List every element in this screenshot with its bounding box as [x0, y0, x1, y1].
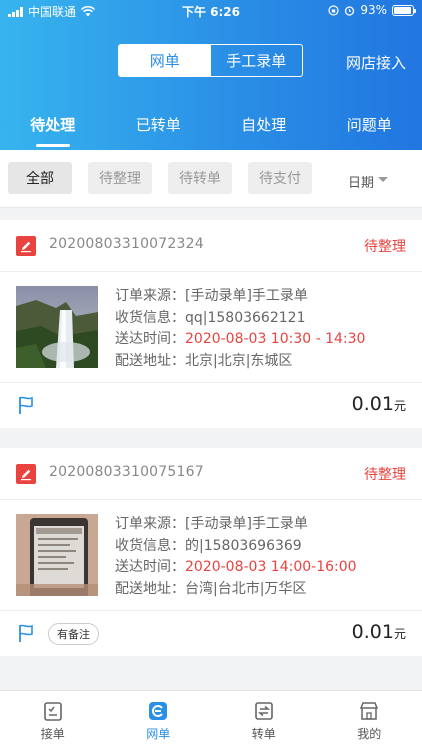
segment-web-order[interactable]: 网单: [119, 45, 211, 76]
order-number: 20200803310075167: [49, 464, 204, 480]
order-card[interactable]: 20200803310072324 待整理 订单来源：[手动录单]手工录单 收货…: [0, 220, 422, 428]
filter-bar: 全部 待整理 待转单 待支付 日期: [0, 150, 422, 208]
receiver-row: 收货信息：qq|15803662121: [115, 309, 306, 326]
filter-to-pay[interactable]: 待支付: [248, 162, 312, 194]
source-row: 订单来源：[手动录单]手工录单: [115, 288, 308, 304]
segment-manual-order[interactable]: 手工录单: [211, 45, 303, 76]
tabbar-mine[interactable]: 我的: [317, 691, 422, 750]
product-image: [16, 514, 98, 596]
order-amount: 0.01元: [351, 621, 406, 643]
chevron-down-icon: [378, 177, 388, 182]
tab-problem[interactable]: 问题单: [317, 114, 422, 135]
bottom-tab-bar: 接单 网单 转单 我的: [0, 690, 422, 750]
date-sort[interactable]: 日期: [348, 172, 374, 191]
note-tag: 有备注: [48, 623, 99, 645]
status-badge: 待整理: [364, 467, 406, 483]
store-icon: [360, 702, 379, 720]
clipboard-check-icon: [43, 702, 62, 721]
status-badge: 待整理: [364, 239, 406, 255]
address-row: 配送地址：台湾|台北市|万华区: [115, 580, 307, 597]
order-info: 订单来源：[手动录单]手工录单 收货信息：的|15803696369 送达时间：…: [115, 514, 357, 600]
tabbar-web-order[interactable]: 网单: [106, 691, 212, 750]
order-tabs: 待处理 已转单 自处理 问题单: [0, 114, 422, 147]
edit-icon: [16, 464, 36, 484]
web-order-icon: [149, 702, 168, 720]
flag-icon[interactable]: [17, 623, 35, 643]
product-image: [16, 286, 98, 368]
receiver-row: 收货信息：的|15803696369: [115, 537, 302, 554]
shop-connect-link[interactable]: 网店接入: [346, 52, 406, 73]
flag-icon[interactable]: [17, 395, 35, 415]
tab-transferred[interactable]: 已转单: [106, 114, 212, 135]
order-number: 20200803310072324: [49, 236, 204, 252]
battery-icon: [392, 4, 416, 16]
orientation-lock-icon: [328, 4, 339, 16]
delivery-time-row: 送达时间：2020-08-03 10:30 - 14:30: [115, 331, 366, 347]
order-info: 订单来源：[手动录单]手工录单 收货信息：qq|15803662121 送达时间…: [115, 286, 365, 372]
order-amount: 0.01元: [351, 393, 406, 415]
tab-pending[interactable]: 待处理: [0, 114, 106, 147]
edit-icon: [16, 236, 36, 256]
status-bar: 中国联通 下午 6:26 93%: [0, 0, 422, 22]
filter-to-organize[interactable]: 待整理: [88, 162, 152, 194]
address-row: 配送地址：北京|北京|东城区: [115, 352, 293, 369]
filter-all[interactable]: 全部: [8, 162, 72, 194]
delivery-time-row: 送达时间：2020-08-03 14:00-16:00: [115, 559, 357, 575]
alarm-icon: [345, 5, 355, 16]
transfer-icon: [254, 702, 273, 720]
header: 中国联通 下午 6:26 93% 网单 手工录单 网店接入 待处理 已转单 自处…: [0, 0, 422, 150]
source-row: 订单来源：[手动录单]手工录单: [115, 516, 308, 532]
tabbar-receive[interactable]: 接单: [0, 691, 106, 750]
tab-self-handled[interactable]: 自处理: [211, 114, 317, 135]
segment-control: 网单 手工录单: [118, 44, 303, 77]
tabbar-transfer[interactable]: 转单: [211, 691, 317, 750]
battery-percent: 93%: [360, 3, 387, 17]
order-card[interactable]: 20200803310075167 待整理 订单来源：[手动录单]手工录单 收货…: [0, 448, 422, 656]
filter-to-transfer[interactable]: 待转单: [168, 162, 232, 194]
